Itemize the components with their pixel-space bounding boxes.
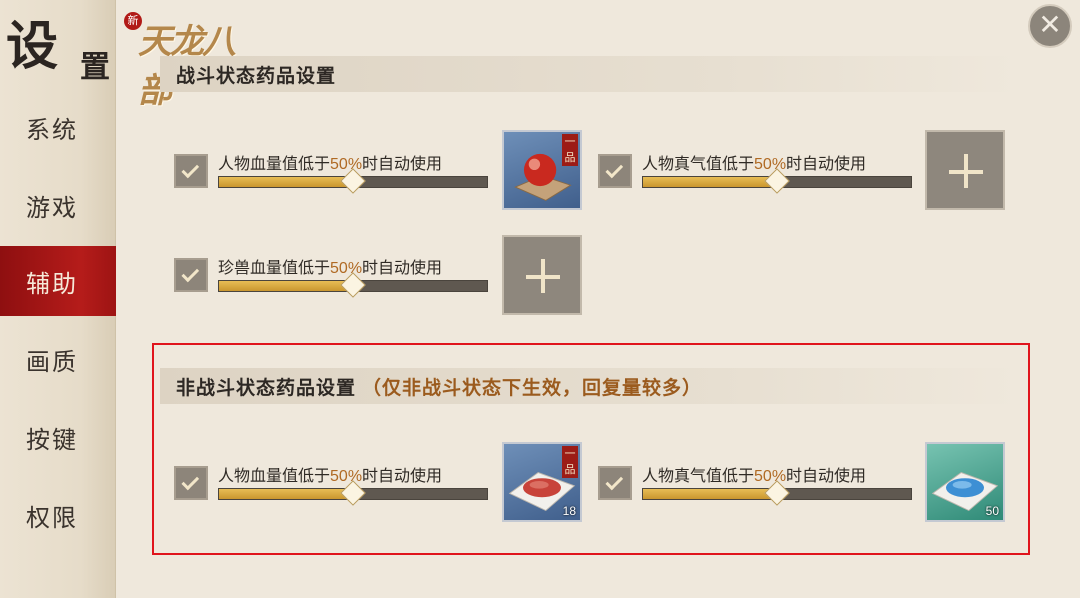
noncombat-mp-item-slot[interactable]: 50 [925,442,1005,522]
slider-fill [219,281,353,291]
title-char-big: 设 [6,16,59,77]
combat-hp-setting: 人物血量值低于50%时自动使用 [174,152,494,202]
nav-graphics[interactable]: 画质 [0,324,116,394]
noncombat-note: （仅非战斗状态下生效，回复量较多） [362,376,703,399]
label-suffix: 时自动使用 [362,154,443,173]
pet-hp-add-slot[interactable] [502,235,582,315]
label-prefix: 珍兽血量值低于 [218,258,331,277]
settings-sidebar: 设 置 系统 游戏 辅助 画质 按键 权限 [0,0,116,598]
label-prefix: 人物血量值低于 [218,466,331,485]
slider-fill [219,177,353,187]
combat-hp-slider[interactable] [218,168,488,194]
nav-game[interactable]: 游戏 [0,170,116,240]
noncombat-mp-label: 人物真气值低于50%时自动使用 [642,462,866,486]
grade-tag: 一品 [562,446,578,478]
grade-tag: 一品 [562,134,578,166]
slider-fill [643,489,777,499]
combat-mp-add-slot[interactable] [925,130,1005,210]
label-suffix: 时自动使用 [786,154,867,173]
noncombat-section-header: 非战斗状态药品设置 （仅非战斗状态下生效，回复量较多） [160,368,1022,404]
label-prefix: 人物真气值低于 [642,466,755,485]
pet-hp-setting: 珍兽血量值低于50%时自动使用 [174,256,494,306]
combat-section-header: 战斗状态药品设置 [160,56,1022,92]
label-percent: 50% [754,156,787,173]
noncombat-header-text: 非战斗状态药品设置 [176,376,357,399]
label-suffix: 时自动使用 [362,258,443,277]
label-suffix: 时自动使用 [786,466,867,485]
pet-hp-label: 珍兽血量值低于50%时自动使用 [218,254,442,278]
noncombat-hp-slider[interactable] [218,480,488,506]
combat-header-text: 战斗状态药品设置 [176,64,337,87]
combat-hp-label: 人物血量值低于50%时自动使用 [218,150,442,174]
combat-hp-item-slot[interactable]: 一品 [502,130,582,210]
combat-mp-slider[interactable] [642,168,912,194]
check-icon [181,160,200,178]
combat-mp-setting: 人物真气值低于50%时自动使用 [598,152,918,202]
title-char-small: 置 [80,50,110,85]
combat-mp-label: 人物真气值低于50%时自动使用 [642,150,866,174]
label-percent: 50% [330,468,363,485]
nav-system[interactable]: 系统 [0,92,116,162]
close-button[interactable]: ✕ [1028,4,1072,48]
noncombat-hp-item-slot[interactable]: 一品 18 [502,442,582,522]
check-icon [181,264,200,282]
combat-hp-checkbox[interactable] [174,154,208,188]
label-prefix: 人物血量值低于 [218,154,331,173]
label-prefix: 人物真气值低于 [642,154,755,173]
nav-permissions[interactable]: 权限 [0,480,116,550]
nav-assist[interactable]: 辅助 [0,246,116,316]
noncombat-mp-checkbox[interactable] [598,466,632,500]
label-suffix: 时自动使用 [362,466,443,485]
pet-hp-slider[interactable] [218,272,488,298]
label-percent: 50% [330,156,363,173]
item-quantity: 18 [562,504,576,518]
combat-mp-checkbox[interactable] [598,154,632,188]
slider-fill [643,177,777,187]
close-icon: ✕ [1038,8,1062,41]
check-icon [605,472,624,490]
check-icon [605,160,624,178]
noncombat-mp-setting: 人物真气值低于50%时自动使用 [598,464,918,514]
label-percent: 50% [754,468,787,485]
slider-fill [219,489,353,499]
noncombat-hp-label: 人物血量值低于50%时自动使用 [218,462,442,486]
nav-keys[interactable]: 按键 [0,402,116,472]
noncombat-hp-checkbox[interactable] [174,466,208,500]
label-percent: 50% [330,260,363,277]
noncombat-mp-slider[interactable] [642,480,912,506]
pet-hp-checkbox[interactable] [174,258,208,292]
item-quantity: 50 [985,504,999,518]
noncombat-hp-setting: 人物血量值低于50%时自动使用 [174,464,494,514]
check-icon [181,472,200,490]
